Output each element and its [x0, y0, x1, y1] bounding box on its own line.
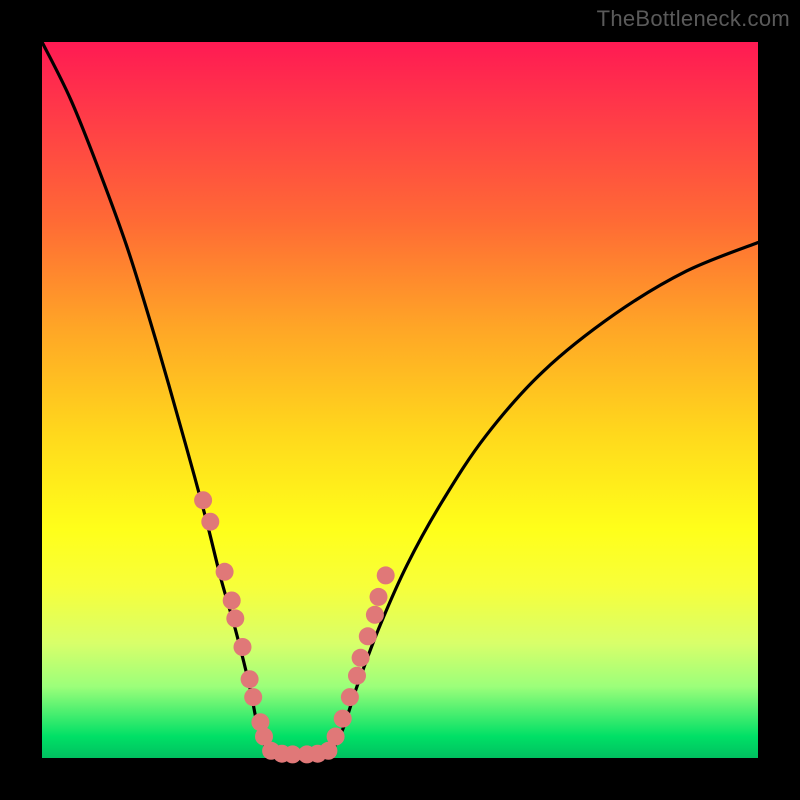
data-point [226, 609, 244, 627]
data-point [244, 688, 262, 706]
data-point [377, 566, 395, 584]
data-point [366, 606, 384, 624]
data-point [348, 667, 366, 685]
curve-right-branch [328, 243, 758, 759]
data-point [223, 592, 241, 610]
data-point [216, 563, 234, 581]
data-point [327, 728, 345, 746]
bottleneck-curve [42, 42, 758, 758]
data-point [234, 638, 252, 656]
data-point [194, 491, 212, 509]
data-point [241, 670, 259, 688]
data-point [341, 688, 359, 706]
plot-area [42, 42, 758, 758]
data-point [334, 710, 352, 728]
watermark-label: TheBottleneck.com [597, 6, 790, 32]
data-point-markers [194, 491, 395, 763]
data-point [370, 588, 388, 606]
data-point [352, 649, 370, 667]
chart-frame: TheBottleneck.com [0, 0, 800, 800]
data-point [201, 513, 219, 531]
data-point [359, 627, 377, 645]
